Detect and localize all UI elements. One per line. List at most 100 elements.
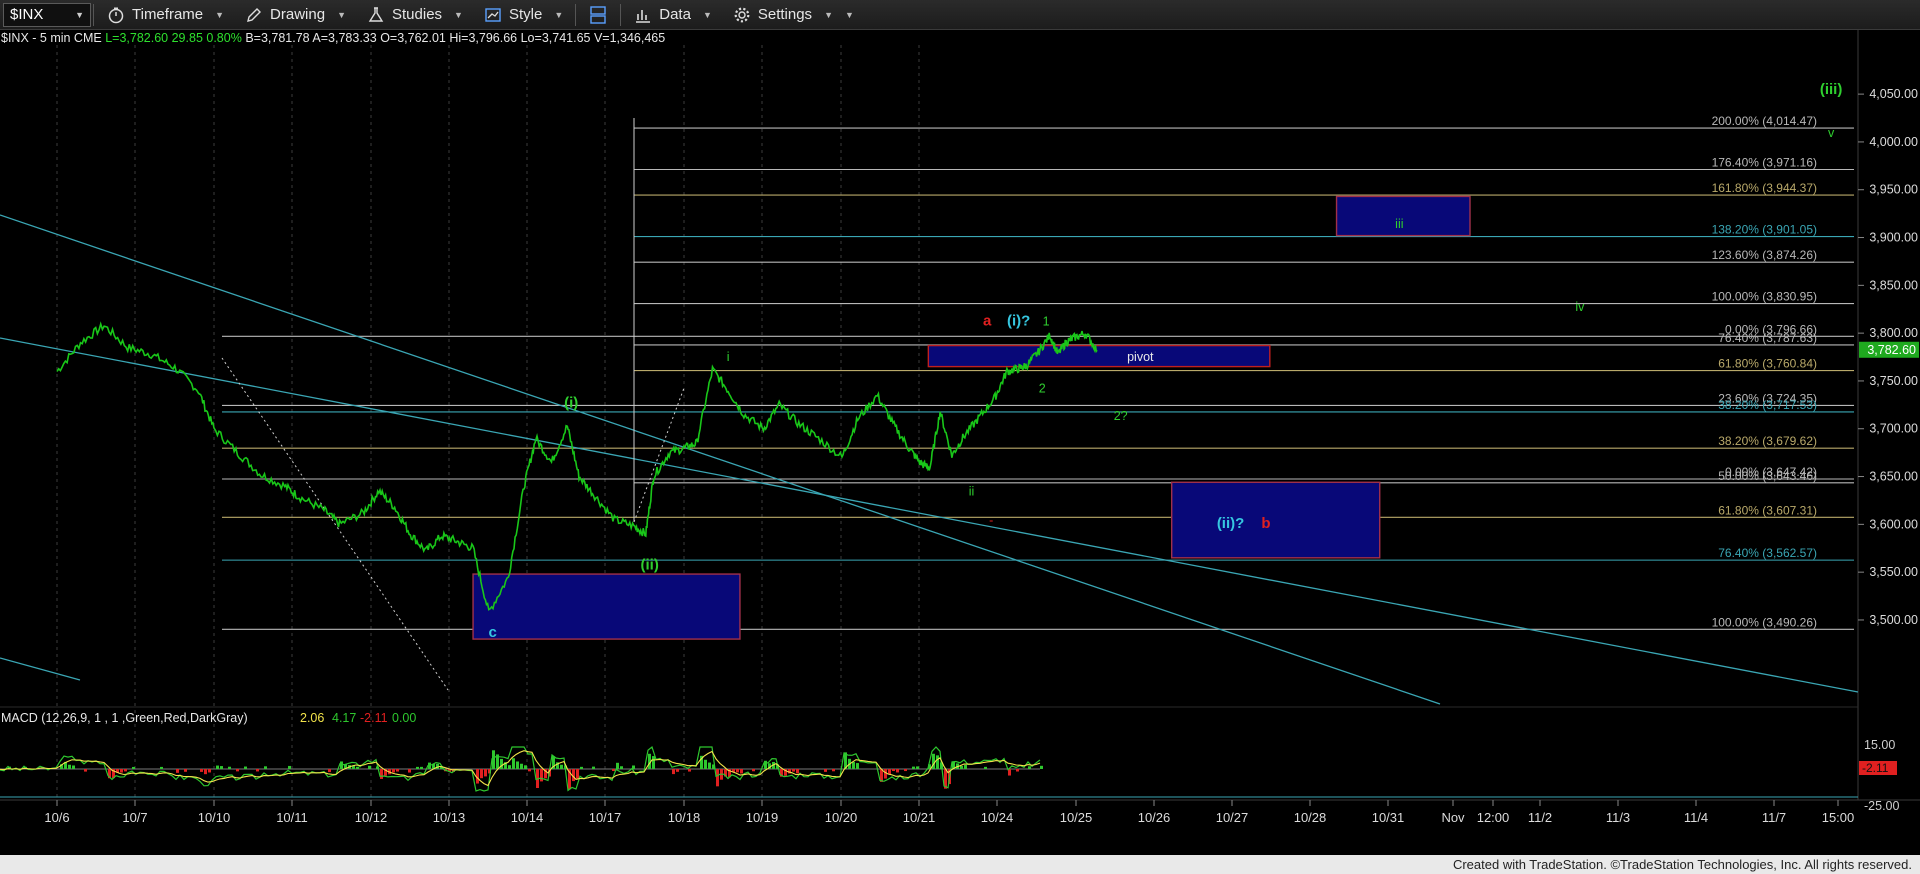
macd-histogram-bar [708, 762, 711, 769]
macd-histogram-bar [540, 769, 543, 782]
time-tick-label: 15:00 [1822, 810, 1855, 825]
wave-label: c [489, 624, 497, 641]
macd-histogram-bar [1028, 766, 1031, 769]
fib-level-label: 123.60% (3,874.26) [1712, 248, 1817, 262]
bar-chart-icon [633, 5, 653, 25]
macd-histogram-bar [204, 769, 207, 775]
time-tick-label: 10/28 [1294, 810, 1327, 825]
macd-histogram-bar [176, 769, 179, 773]
caret-down-icon: ▼ [824, 9, 833, 20]
macd-histogram-bar [288, 765, 291, 769]
macd-histogram-bar [520, 763, 523, 769]
wave-label: 2? [1114, 409, 1128, 423]
macd-histogram-bar [796, 769, 799, 774]
macd-histogram-bar [72, 765, 75, 769]
macd-histogram-bar [420, 766, 423, 769]
fib-level-label: 100.00% (3,830.95) [1712, 290, 1817, 304]
trend-channel-lines [0, 118, 1859, 705]
macd-value-1: 2.06 [300, 711, 324, 725]
macd-histogram-bar [84, 769, 87, 772]
layout-icon [588, 5, 608, 25]
macd-histogram-bar [216, 765, 219, 769]
price-tick-label: 3,650.00 [1869, 470, 1918, 484]
macd-histogram-bar [652, 756, 655, 769]
drawing-label: Drawing [270, 6, 326, 23]
fib-level-label: 138.20% (3,901.05) [1712, 223, 1817, 237]
wave-label: ii [969, 485, 975, 499]
macd-label: MACD (12,26,9, 1 , 1 ,Green,Red,DarkGray… [1, 711, 248, 725]
macd-histogram-bar [676, 769, 679, 772]
layout-button[interactable] [578, 0, 618, 30]
macd-axis-top: 15.00 [1864, 738, 1895, 752]
macd-histogram-bar [580, 766, 583, 769]
time-tick-label: 10/6 [44, 810, 69, 825]
price-tick-label: 3,850.00 [1869, 278, 1918, 292]
caret-down-icon: ▼ [454, 9, 463, 20]
data-button[interactable]: Data ▼ [623, 0, 722, 30]
macd-histogram-bar [832, 769, 835, 772]
wave-label: v [1828, 126, 1835, 140]
timeframe-button[interactable]: Timeframe ▼ [96, 0, 234, 30]
target-box [1170, 481, 1381, 559]
macd-histogram-bar [200, 769, 203, 772]
macd-histogram-bar [1040, 765, 1043, 769]
chart-grid [56, 45, 920, 800]
settings-label: Settings [757, 6, 813, 23]
macd-histogram-bar [244, 766, 247, 769]
wave-label: a [983, 312, 992, 329]
drawing-button[interactable]: Drawing ▼ [234, 0, 356, 30]
macd-histogram-bar [256, 769, 259, 772]
time-tick-label: 10/11 [276, 810, 308, 825]
fib-level-label: 76.40% (3,787.63) [1718, 331, 1817, 345]
price-tick-label: 4,050.00 [1869, 87, 1918, 101]
toolbar-divider [575, 3, 577, 26]
studies-label: Studies [392, 6, 443, 23]
macd-histogram-bar [592, 766, 595, 769]
style-button[interactable]: Style ▼ [473, 0, 573, 30]
settings-button[interactable]: Settings ▼ [722, 0, 843, 30]
macd-histogram-bar [484, 769, 487, 777]
macd-value-4: 0.00 [392, 711, 416, 725]
fib-level-label: 38.20% (3,679.62) [1718, 434, 1817, 448]
macd-histogram-bar [960, 765, 963, 769]
price-tick-label: 3,550.00 [1869, 565, 1918, 579]
price-tick-label: 4,000.00 [1869, 135, 1918, 149]
time-tick-label: 10/24 [981, 810, 1014, 825]
wave-label: i [727, 350, 730, 364]
studies-button[interactable]: Studies ▼ [356, 0, 473, 30]
macd-histogram [8, 750, 1043, 790]
macd-histogram-bar [408, 769, 411, 773]
macd-histogram-bar [856, 763, 859, 769]
fib-level-label: 161.80% (3,944.37) [1712, 181, 1817, 195]
macd-histogram-bar [132, 766, 135, 769]
macd-histogram-bar [184, 769, 187, 772]
macd-histogram-bar [740, 769, 743, 774]
wave-label: 2 [1039, 381, 1046, 395]
time-tick-label: Nov [1441, 810, 1465, 825]
price-axis: 3,500.00 3,550.00 3,600.00 3,650.00 3,700.00… [1858, 87, 1919, 627]
macd-histogram-bar [236, 769, 239, 772]
price-tick-label: 3,950.00 [1869, 183, 1918, 197]
symbol-selector[interactable]: $INX ▼ [3, 2, 91, 27]
wave-label: 1 [1043, 314, 1050, 328]
macd-histogram-bar [916, 766, 919, 769]
macd-histogram-bar [220, 766, 223, 769]
target-box [472, 573, 741, 640]
toolbar-overflow-icon[interactable]: ▼ [845, 10, 854, 20]
wave-label: pivot [1127, 350, 1154, 364]
time-tick-label: 10/7 [122, 810, 147, 825]
macd-histogram-bar [824, 769, 827, 772]
flask-icon [366, 5, 386, 25]
price-chart[interactable]: 200.00% (4,014.47)176.40% (3,971.16)161.… [0, 30, 1920, 844]
macd-histogram-bar [368, 765, 371, 769]
current-price-label: 3,782.60 [1867, 343, 1916, 357]
time-tick-label: 10/26 [1138, 810, 1171, 825]
wave-label: b [1261, 515, 1270, 532]
wave-label: - [989, 513, 993, 527]
wave-label: (ii) [641, 556, 659, 573]
time-tick-label: 10/27 [1216, 810, 1249, 825]
macd-histogram-bar [616, 762, 619, 769]
macd-histogram-bar [340, 761, 343, 769]
time-tick-label: 10/18 [668, 810, 701, 825]
macd-histogram-bar [912, 766, 915, 769]
